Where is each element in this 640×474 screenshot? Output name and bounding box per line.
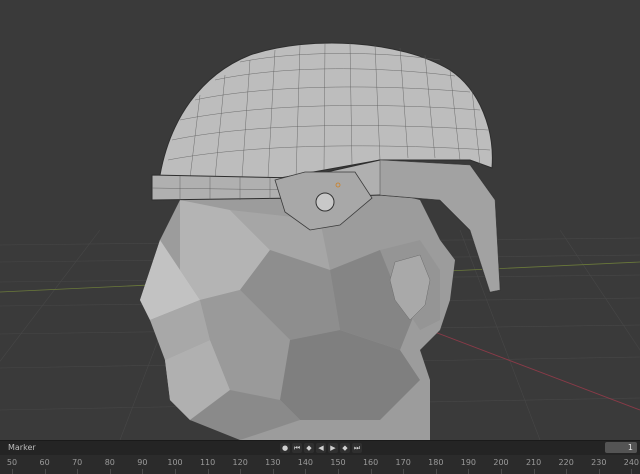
play-button[interactable]: ▶ <box>328 443 338 453</box>
ruler-tick-label: 190 <box>460 458 477 467</box>
ruler-tick-label: 120 <box>232 458 248 467</box>
ruler-tick-mark <box>142 469 144 474</box>
ruler-tick-label: 150 <box>330 458 346 467</box>
ruler-tick-label: 50 <box>6 458 18 467</box>
ruler-tick-label: 220 <box>558 458 574 467</box>
timeline-header: Marker ● ⏮ ◆ ◀ ▶ ◆ ⏭ 1 <box>0 440 640 455</box>
ruler-tick-label: 80 <box>104 458 115 467</box>
ruler-tick-mark <box>631 469 633 474</box>
jump-end-button[interactable]: ⏭ <box>352 443 362 453</box>
ruler-tick-label: 70 <box>72 458 83 467</box>
ruler-tick-mark <box>305 469 307 474</box>
ruler-tick-mark <box>272 469 274 474</box>
ruler-tick-mark <box>12 469 13 474</box>
3d-viewport[interactable] <box>0 0 640 440</box>
ruler-tick-mark <box>566 469 568 474</box>
viewport-scene <box>0 42 640 440</box>
ruler-tick-label: 230 <box>591 458 607 467</box>
ruler-tick-mark <box>468 469 470 474</box>
ruler-tick-label: 130 <box>265 458 281 467</box>
ruler-tick-mark <box>77 469 79 474</box>
ruler-tick-label: 60 <box>39 458 50 467</box>
frame-ruler[interactable]: 50 60 70 80 90 100 110 120 130 140 150 160 170 180 190… <box>0 455 640 474</box>
prev-keyframe-button[interactable]: ◆ <box>304 443 314 453</box>
ruler-tick-label: 200 <box>493 458 509 467</box>
playback-controls: ● ⏮ ◆ ◀ ▶ ◆ ⏭ <box>280 442 362 454</box>
ruler-tick-mark <box>501 469 502 474</box>
ruler-tick-mark <box>109 469 111 474</box>
head-mesh <box>140 190 455 440</box>
ruler-tick-label: 160 <box>362 458 379 467</box>
ruler-tick-mark <box>533 469 535 474</box>
keyframe-dot-button[interactable]: ● <box>280 443 290 453</box>
ruler-tick-mark <box>44 469 46 474</box>
current-frame-field[interactable]: 1 <box>605 442 637 453</box>
ruler-tick-label: 90 <box>137 458 148 467</box>
ruler-tick-mark <box>435 469 437 474</box>
ruler-tick-mark <box>207 469 209 474</box>
ruler-tick-label: 180 <box>428 458 444 467</box>
ruler-tick-mark <box>370 469 372 474</box>
jump-start-button[interactable]: ⏮ <box>292 443 302 453</box>
marker-menu[interactable]: Marker <box>8 442 36 454</box>
ruler-tick-mark <box>240 469 242 474</box>
ruler-tick-mark <box>338 469 339 474</box>
next-keyframe-button[interactable]: ◆ <box>340 443 350 453</box>
ruler-tick-label: 140 <box>297 458 314 467</box>
play-reverse-button[interactable]: ◀ <box>316 443 326 453</box>
ruler-tick-label: 170 <box>395 458 411 467</box>
ruler-tick-mark <box>598 469 600 474</box>
ruler-tick-mark <box>403 469 405 474</box>
ruler-tick-label: 100 <box>167 458 183 467</box>
ruler-tick-label: 240 <box>623 458 640 467</box>
ruler-tick-mark <box>175 469 176 474</box>
ruler-tick-label: 110 <box>199 458 216 467</box>
ruler-tick-label: 210 <box>525 458 542 467</box>
